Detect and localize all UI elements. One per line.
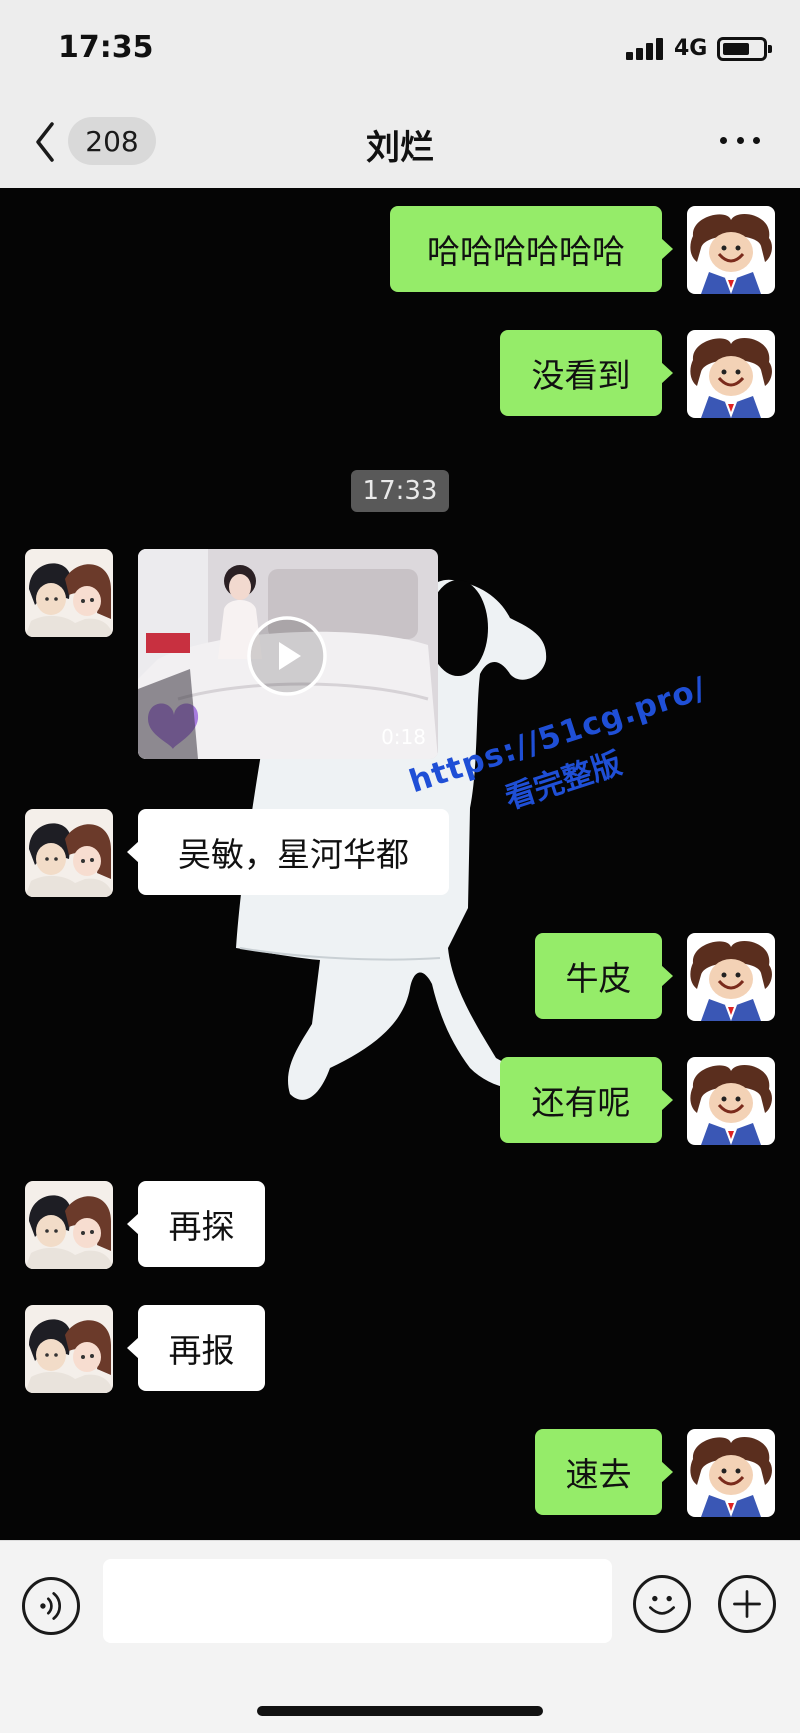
my-avatar[interactable]	[687, 206, 775, 294]
input-bar	[0, 1540, 800, 1733]
plus-icon[interactable]	[718, 1575, 776, 1633]
more-options-icon[interactable]	[720, 130, 760, 150]
contact-message-bubble[interactable]: 吴敏，星河华都	[127, 809, 449, 895]
message-timestamp: 17:33	[351, 470, 449, 512]
play-icon[interactable]	[246, 615, 328, 697]
my-message-bubble[interactable]: 没看到	[500, 330, 673, 416]
my-message-bubble[interactable]: 还有呢	[500, 1057, 673, 1143]
contact-message-bubble[interactable]: 再探	[127, 1181, 265, 1267]
chat-screen: 17:35 4G 208 刘烂 哈哈哈哈哈哈 没看到 17:33 0:18 吴敏…	[0, 0, 800, 1733]
voice-input-icon[interactable]	[22, 1577, 80, 1635]
chat-title: 刘烂	[366, 128, 434, 168]
contact-avatar[interactable]	[25, 549, 113, 637]
my-message-bubble[interactable]: 速去	[535, 1429, 673, 1515]
contact-message-bubble[interactable]: 再报	[127, 1305, 265, 1391]
contact-avatar[interactable]	[25, 809, 113, 897]
my-message-bubble[interactable]: 哈哈哈哈哈哈	[390, 206, 673, 292]
my-message-bubble[interactable]: 牛皮	[535, 933, 673, 1019]
top-bar: 17:35 4G 208 刘烂	[0, 0, 800, 188]
message-input[interactable]	[103, 1559, 612, 1643]
my-avatar[interactable]	[687, 1057, 775, 1145]
video-message[interactable]: 0:18	[138, 549, 438, 759]
home-indicator[interactable]	[257, 1706, 543, 1716]
battery-icon	[717, 37, 772, 61]
video-duration: 0:18	[381, 725, 426, 749]
emoji-icon[interactable]	[633, 1575, 691, 1633]
message-list[interactable]: 哈哈哈哈哈哈 没看到 17:33 0:18 吴敏，星河华都 https://51…	[0, 188, 800, 1540]
contact-avatar[interactable]	[25, 1181, 113, 1269]
my-avatar[interactable]	[687, 1429, 775, 1517]
my-avatar[interactable]	[687, 933, 775, 1021]
contact-avatar[interactable]	[25, 1305, 113, 1393]
signal-icon	[626, 38, 668, 60]
my-avatar[interactable]	[687, 330, 775, 418]
status-time: 17:35	[58, 30, 154, 65]
network-type: 4G	[674, 36, 708, 61]
